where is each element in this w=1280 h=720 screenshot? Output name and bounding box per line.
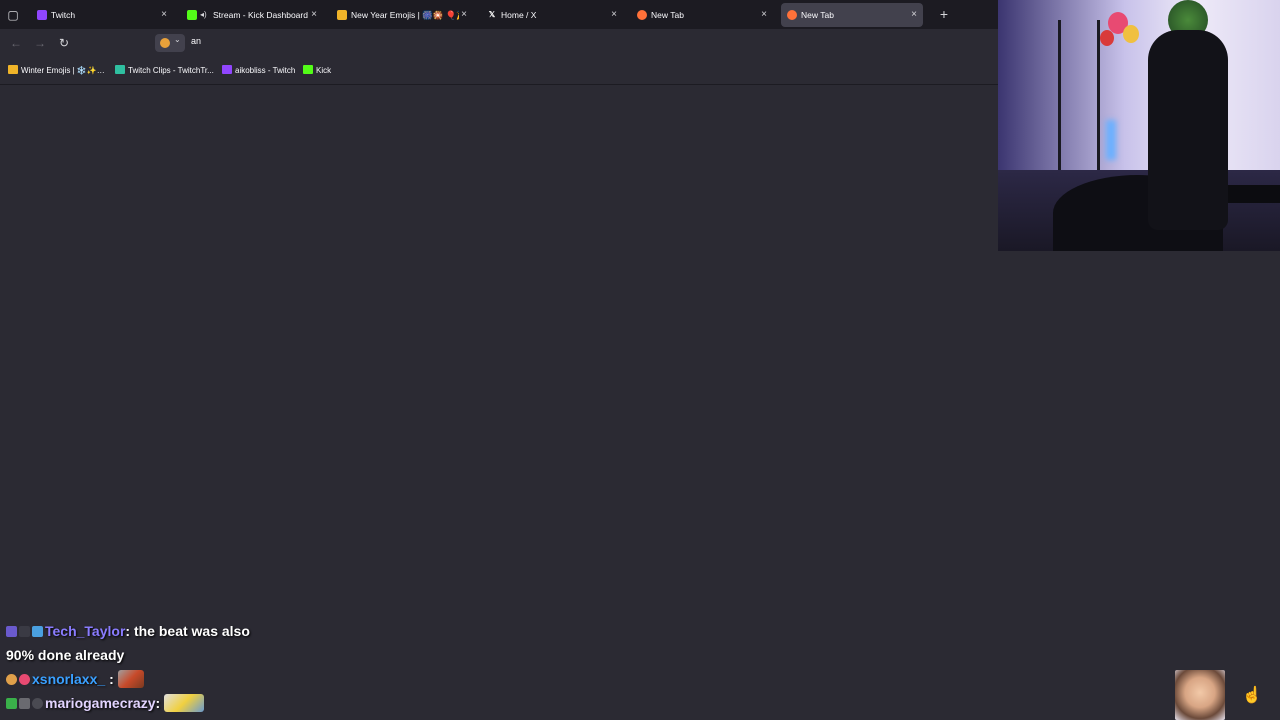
webcam-balloon	[1100, 30, 1114, 46]
verified-badge-icon	[6, 698, 17, 709]
emote-icon	[164, 694, 205, 712]
twitchtracker-icon	[115, 65, 125, 74]
bookmark-twitch-clips[interactable]: Twitch Clips - TwitchTr...	[115, 65, 214, 77]
address-bar[interactable]: ⌄ an	[153, 32, 993, 54]
chat-message: mariogamecrazy:	[6, 694, 306, 718]
tab-new-tab-2[interactable]: New Tab ×	[781, 3, 923, 27]
chat-separator: :	[109, 671, 114, 687]
folder-icon	[8, 65, 18, 74]
webcam-shelf	[1058, 20, 1100, 173]
badge-icon	[19, 626, 30, 637]
bookmark-label: Twitch Clips - TwitchTr...	[128, 66, 214, 75]
webcam-balloon	[1123, 25, 1139, 43]
twitch-icon	[222, 65, 232, 74]
close-icon[interactable]: ×	[759, 3, 769, 27]
badge-icon	[19, 698, 30, 709]
tab-title: Home / X	[501, 10, 537, 20]
search-engine-button[interactable]: ⌄	[155, 34, 185, 52]
kick-icon	[303, 65, 313, 74]
speaker-icon[interactable]: ◂)	[200, 3, 207, 27]
close-icon[interactable]: ×	[459, 3, 469, 27]
firefox-icon	[787, 10, 797, 20]
close-icon[interactable]: ×	[909, 3, 919, 27]
chat-separator: :	[125, 623, 131, 639]
chat-message: xsnorlaxx_ :	[6, 670, 306, 694]
hand-pointer-icon: ☝	[1242, 687, 1262, 704]
chat-username: Tech_Taylor	[45, 623, 126, 639]
bookmark-kick[interactable]: Kick	[303, 65, 331, 77]
tab-new-tab-1[interactable]: New Tab ×	[631, 3, 773, 27]
tab-title: Stream - Kick Dashboard	[213, 10, 308, 20]
tab-title: New Tab	[651, 10, 684, 20]
new-tab-button[interactable]: +	[936, 6, 952, 22]
back-icon[interactable]: ←	[8, 35, 24, 51]
close-icon[interactable]: ×	[159, 3, 169, 27]
emote-icon	[117, 670, 144, 688]
subscriber-badge-icon	[6, 626, 17, 637]
tab-new-year-emojis[interactable]: New Year Emojis | 🎆🎇 🎈🎉 ✨ ×	[331, 3, 473, 27]
badge-icon	[6, 674, 17, 685]
firefox-icon	[637, 10, 647, 20]
chat-username: mariogamecrazy	[45, 695, 156, 711]
tab-title: Twitch	[51, 10, 76, 20]
address-input[interactable]: an	[191, 36, 201, 46]
chevron-down-icon: ⌄	[174, 35, 181, 44]
bookmark-aikobliss-twitch[interactable]: aikobliss - Twitch	[222, 65, 295, 77]
chat-message-continuation: 90% done already	[6, 646, 306, 670]
reload-icon[interactable]: ↻	[56, 35, 72, 51]
badge-icon	[32, 698, 43, 709]
x-icon: 𝕏	[488, 10, 496, 19]
bookmark-label: Kick	[316, 66, 332, 75]
webcam-gaming-chair	[1148, 30, 1228, 230]
bookmark-label: aikobliss - Twitch	[235, 66, 296, 75]
tab-title: New Year Emojis | 🎆🎇 🎈🎉 ✨	[351, 10, 459, 20]
search-engine-icon	[160, 38, 170, 48]
close-icon[interactable]: ×	[309, 3, 319, 27]
tab-kick-dashboard[interactable]: ◂) Stream - Kick Dashboard ×	[181, 3, 323, 27]
chat-text: the beat was also	[133, 623, 250, 639]
close-icon[interactable]: ×	[609, 3, 619, 27]
chat-overlay: Tech_Taylor: the beat was also 90% done …	[6, 622, 306, 718]
tab-home-x[interactable]: 𝕏 Home / X ×	[481, 3, 623, 27]
streamer-avatar	[1175, 670, 1225, 720]
kick-icon	[187, 10, 197, 20]
chat-username: xsnorlaxx_	[32, 671, 106, 687]
tab-twitch[interactable]: Twitch ×	[31, 3, 173, 27]
tab-list-icon[interactable]: ▢	[5, 7, 21, 23]
webcam-light	[1106, 120, 1116, 160]
webcam-overlay	[998, 0, 1280, 251]
chat-separator: :	[155, 695, 161, 711]
tab-title: New Tab	[801, 10, 834, 20]
chat-message: Tech_Taylor: the beat was also	[6, 622, 306, 646]
forward-icon[interactable]: →	[32, 35, 48, 51]
bookmark-label: Winter Emojis | ❄️✨…	[21, 66, 105, 75]
heart-badge-icon	[19, 674, 30, 685]
chat-text: 90% done already	[6, 647, 125, 663]
badge-icon	[32, 626, 43, 637]
twitch-icon	[37, 10, 47, 20]
folder-icon	[337, 10, 347, 20]
bookmark-winter-emojis[interactable]: Winter Emojis | ❄️✨…	[8, 65, 105, 77]
